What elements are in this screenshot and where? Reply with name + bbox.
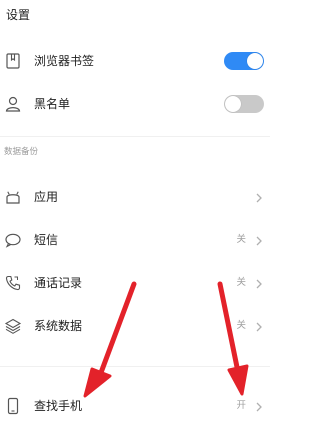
sms-label: 短信 bbox=[34, 233, 59, 247]
apps-label: 应用 bbox=[34, 190, 59, 204]
section-divider bbox=[0, 136, 270, 137]
sms-status: 关 bbox=[236, 234, 246, 245]
chevron-right-icon bbox=[252, 233, 266, 247]
chevron-right-icon bbox=[252, 319, 266, 333]
find-phone-status: 开 bbox=[236, 400, 246, 411]
chevron-right-icon bbox=[252, 276, 266, 290]
android-icon bbox=[4, 188, 22, 206]
bookmark-icon bbox=[4, 52, 22, 70]
backup-section-title: 数据备份 bbox=[4, 147, 39, 157]
apps-row[interactable]: 应用 bbox=[0, 179, 270, 215]
chat-bubble-icon bbox=[4, 231, 22, 249]
system-data-status: 关 bbox=[236, 320, 246, 331]
blacklist-toggle[interactable] bbox=[224, 95, 264, 113]
phone-device-icon bbox=[4, 397, 22, 415]
bookmarks-label: 浏览器书签 bbox=[34, 54, 95, 68]
person-icon bbox=[4, 95, 22, 113]
blacklist-label: 黑名单 bbox=[34, 97, 71, 111]
bookmarks-row[interactable]: 浏览器书签 bbox=[0, 43, 270, 79]
layers-icon bbox=[4, 317, 22, 335]
chevron-right-icon bbox=[252, 190, 266, 204]
toggle-knob bbox=[247, 53, 263, 69]
call-log-row[interactable]: 通话记录 关 bbox=[0, 265, 270, 301]
blacklist-row[interactable]: 黑名单 bbox=[0, 86, 270, 122]
chevron-right-icon bbox=[252, 399, 266, 413]
call-log-label: 通话记录 bbox=[34, 276, 83, 290]
section-divider bbox=[0, 366, 270, 367]
find-phone-label: 查找手机 bbox=[34, 399, 83, 413]
bookmarks-toggle[interactable] bbox=[224, 52, 264, 70]
system-data-label: 系统数据 bbox=[34, 319, 83, 333]
system-data-row[interactable]: 系统数据 关 bbox=[0, 308, 270, 344]
toggle-knob bbox=[225, 96, 241, 112]
phone-icon bbox=[4, 274, 22, 292]
find-phone-row[interactable]: 查找手机 开 bbox=[0, 388, 270, 424]
sms-row[interactable]: 短信 关 bbox=[0, 222, 270, 258]
call-log-status: 关 bbox=[236, 277, 246, 288]
settings-section-title: 设置 bbox=[6, 8, 31, 22]
